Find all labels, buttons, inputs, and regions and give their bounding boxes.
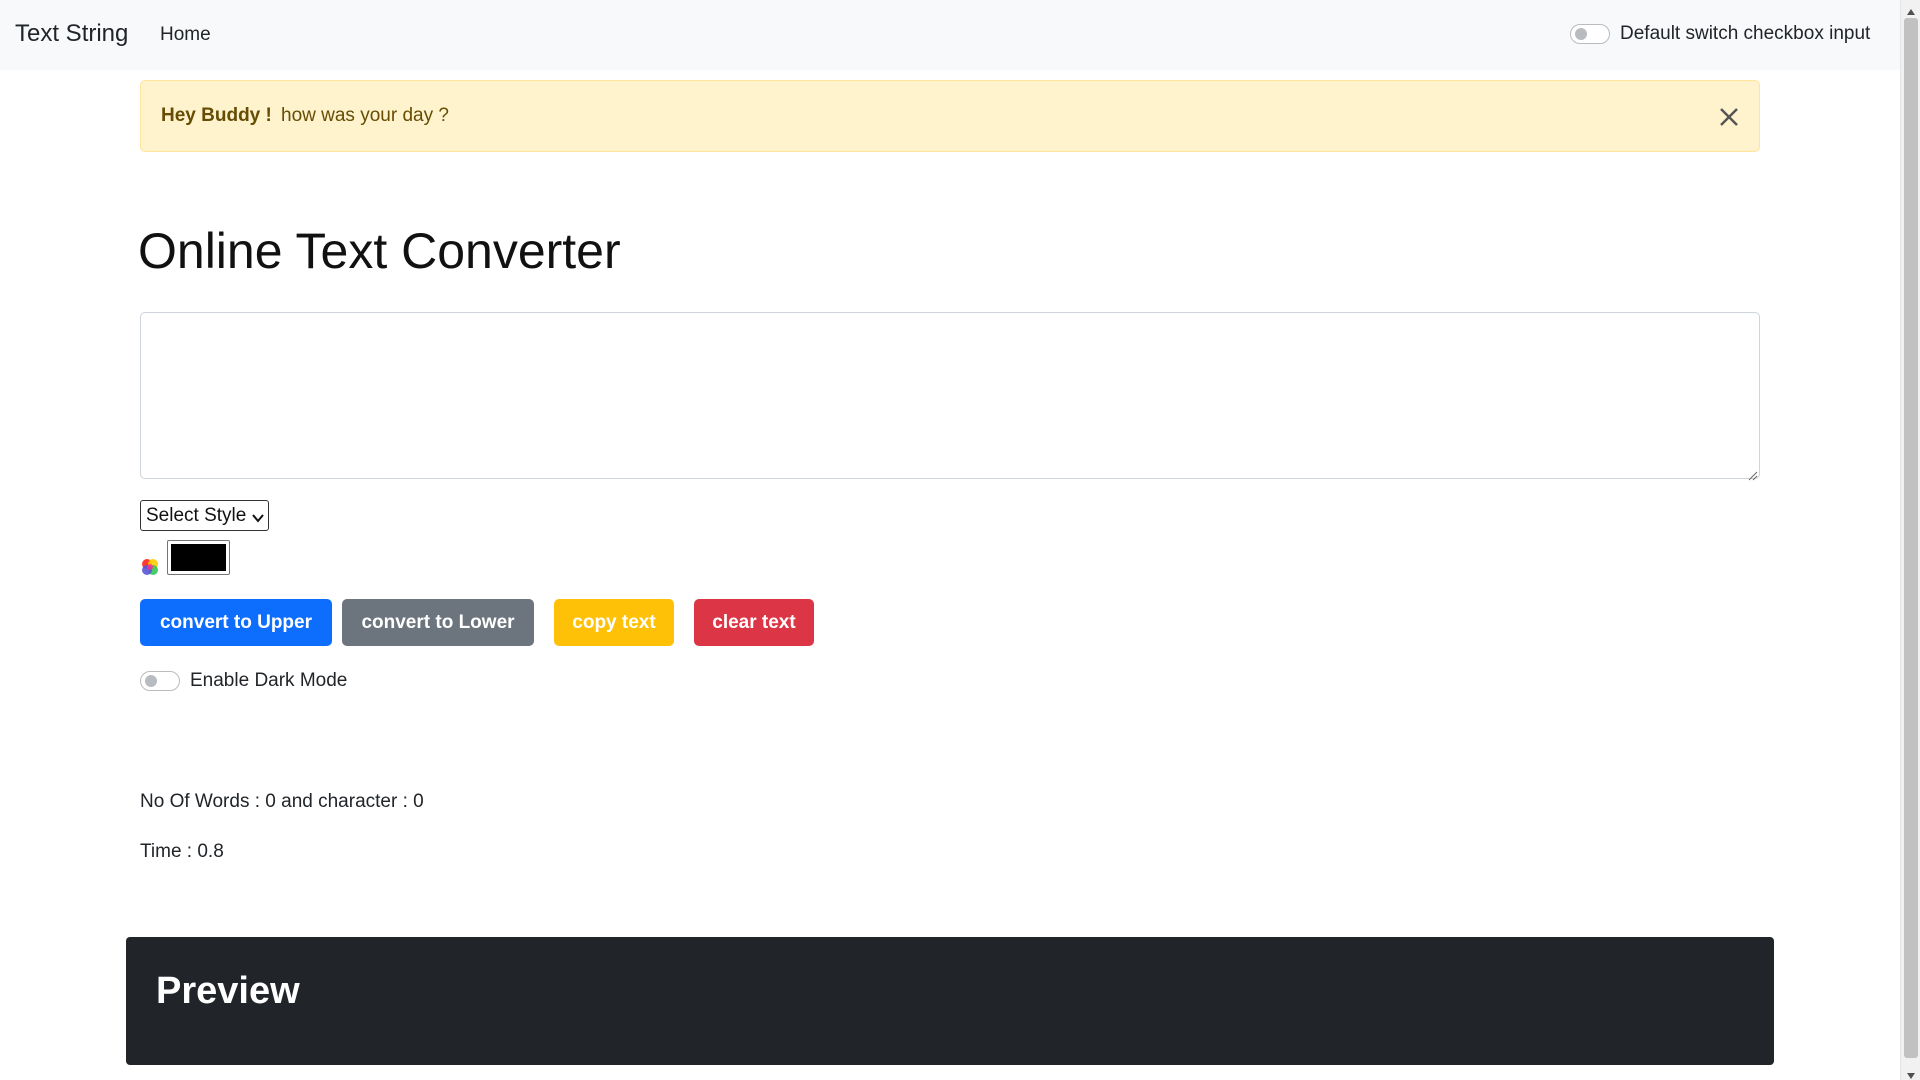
chevron-down-icon: [251, 509, 265, 523]
convert-upper-button[interactable]: convert to Upper: [140, 599, 332, 646]
reading-time-summary: Time : 0.8: [140, 841, 224, 862]
switch-knob: [1575, 28, 1587, 40]
default-switch-label[interactable]: Default switch checkbox input: [1620, 23, 1870, 45]
word-count-summary: No Of Words : 0 and character : 0: [140, 791, 424, 812]
close-icon[interactable]: [1711, 99, 1747, 135]
scroll-down-icon[interactable]: [1906, 1066, 1916, 1079]
dark-mode-toggle[interactable]: [140, 671, 180, 691]
style-select[interactable]: Select Style: [140, 500, 269, 531]
alert-message: how was your day ?: [281, 105, 449, 126]
text-input[interactable]: [140, 312, 1760, 479]
page-title: Online Text Converter: [138, 223, 621, 279]
navbar: Text String Home Default switch checkbox…: [0, 0, 1900, 70]
preview-panel: Preview: [126, 937, 1774, 1065]
clear-text-button[interactable]: clear text: [694, 599, 814, 646]
switch-knob: [145, 675, 157, 687]
style-select-value: Select Style: [146, 505, 247, 526]
scroll-up-icon[interactable]: [1906, 2, 1916, 15]
greeting-alert: Hey Buddy ! how was your day ?: [140, 80, 1760, 152]
default-switch-toggle[interactable]: [1570, 24, 1610, 44]
vertical-scrollbar[interactable]: [1900, 0, 1920, 1080]
dark-mode-label[interactable]: Enable Dark Mode: [190, 670, 347, 692]
scrollbar-thumb[interactable]: [1904, 18, 1918, 1058]
resize-grip-icon[interactable]: [1748, 466, 1758, 481]
color-wheel-icon: [140, 557, 160, 577]
convert-lower-button[interactable]: convert to Lower: [342, 599, 534, 646]
nav-link-home[interactable]: Home: [160, 24, 211, 46]
preview-title: Preview: [156, 970, 300, 1012]
page: Text String Home Default switch checkbox…: [0, 0, 1900, 1080]
copy-text-button[interactable]: copy text: [554, 599, 674, 646]
text-color-picker[interactable]: [167, 540, 230, 575]
navbar-brand[interactable]: Text String: [15, 20, 128, 48]
color-swatch-fill: [171, 544, 226, 571]
alert-strong-text: Hey Buddy !: [161, 105, 272, 126]
